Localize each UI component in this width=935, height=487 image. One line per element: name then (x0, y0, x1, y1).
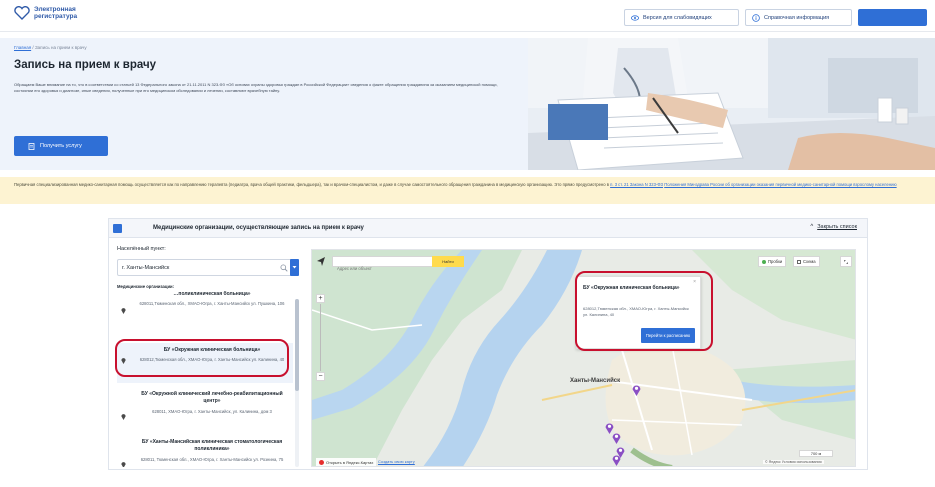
map-terms[interactable]: © Яндекс Условия использования (763, 460, 824, 464)
location-pin-icon (121, 414, 126, 420)
breadcrumb-current: Запись на прием к врачу (34, 45, 87, 50)
organization-address: 628011, ХМАО-Югра, г. Ханты-Мансийск, ул… (152, 409, 272, 414)
city-label: Населённый пункт: (117, 246, 166, 252)
logo-line1: Электронная (34, 6, 76, 13)
organization-name: БУ «Ханты-Мансийская клиническая стомато… (141, 439, 283, 452)
map-city-label: Ханты-Мансийск (570, 378, 621, 384)
organization-name: …поликлиническая больница» (173, 291, 251, 297)
location-pin-icon (121, 462, 126, 467)
page: Электронная регистратура Версия для слаб… (0, 0, 935, 487)
traffic-label: Пробки (768, 259, 783, 264)
organizations-panel: Медицинские организации, осуществляющие … (108, 218, 868, 470)
search-icon[interactable] (280, 264, 288, 272)
city-dropdown-button[interactable] (290, 259, 299, 276)
breadcrumb-separator: / (32, 45, 34, 50)
hero-section: Главная / Запись на прием к врачу Запись… (0, 38, 935, 170)
zoom-slider[interactable] (320, 304, 321, 371)
create-map-link[interactable]: Создать свою карту (378, 459, 415, 464)
get-service-button[interactable]: Получить услугу (14, 136, 108, 156)
selected-organization-highlight (115, 339, 289, 377)
locate-arrow-icon[interactable] (316, 256, 326, 267)
map-balloon-highlight (575, 271, 713, 351)
city-field (117, 259, 295, 276)
list-scrollbar[interactable] (295, 299, 299, 467)
confidentiality-notice: Обращаем Ваше внимание на то, что в соот… (14, 82, 498, 93)
notice-regulation-link[interactable]: Положения Минздрава России об организаци… (664, 182, 896, 187)
info-icon (752, 13, 760, 22)
traffic-button[interactable]: Пробки (758, 256, 787, 267)
organizations-list-label: Медицинские организации: (117, 284, 174, 289)
doctor-photo (528, 38, 935, 170)
organization-name: БУ «Окружной клинический лечебно-реабили… (141, 391, 283, 404)
map-marker-icon[interactable] (612, 454, 621, 466)
vision-version-button[interactable]: Версия для слабовидящих (624, 9, 739, 26)
organization-address: 628011, Тюменская обл., ХМАО-Югра, г. Ха… (140, 457, 284, 462)
list-scrollbar-thumb[interactable] (295, 299, 299, 391)
reference-info-button[interactable]: Справочная информация (745, 9, 852, 26)
zoom-out-button[interactable]: − (316, 372, 325, 381)
heart-logo-icon (14, 6, 30, 20)
organizations-list: …поликлиническая больница» 628011,Тюменс… (117, 291, 293, 467)
close-list-label: Закрыть список (817, 224, 857, 230)
chevron-down-icon (292, 266, 297, 269)
list-item[interactable]: БУ «Ханты-Мансийская клиническая стомато… (117, 437, 293, 467)
layers-label: Схема (803, 259, 816, 264)
yandex-icon (319, 459, 324, 465)
panel-title: Медицинские организации, осуществляющие … (153, 225, 364, 231)
expand-icon (844, 259, 848, 264)
list-item[interactable]: БУ «Окружной клинический лечебно-реабили… (117, 389, 293, 433)
list-item[interactable]: …поликлиническая больница» 628011,Тюменс… (117, 291, 293, 325)
open-yandex-maps-button[interactable]: Открыть в Яндекс.Картах (316, 458, 377, 466)
page-title: Запись на прием к врачу (14, 59, 157, 71)
map-marker-icon[interactable] (612, 432, 621, 444)
get-service-label: Получить услугу (40, 143, 82, 149)
vision-version-label: Версия для слабовидящих (643, 14, 712, 21)
chevron-up-icon: ^ (810, 224, 814, 230)
traffic-icon (762, 259, 766, 264)
logo-line2: регистратура (34, 13, 78, 20)
site-header: Электронная регистратура Версия для слаб… (0, 0, 935, 32)
referral-notice: Первичная специализированная медико-сани… (0, 177, 935, 204)
layers-button[interactable]: Схема (793, 256, 820, 267)
notice-text: Первичная специализированная медико-сани… (14, 182, 611, 187)
map-find-button[interactable]: Найти (432, 256, 464, 267)
open-yandex-maps-label: Открыть в Яндекс.Картах (326, 459, 374, 465)
location-pin-icon (121, 308, 126, 314)
document-icon (28, 142, 35, 150)
zoom-in-button[interactable]: + (316, 294, 325, 303)
layers-icon (797, 259, 801, 264)
breadcrumb-home-link[interactable]: Главная (14, 45, 31, 50)
organization-address: 628011,Тюменская обл., ХМАО-Югра, г. Хан… (139, 301, 285, 306)
panel-header: Медицинские организации, осуществляющие … (109, 219, 867, 238)
notice-law-link[interactable]: п. 3 ст. 21 Закона N 323-ФЗ (610, 182, 663, 187)
close-list-button[interactable]: ^ Закрыть список (810, 224, 857, 230)
map-scale: 700 м (799, 450, 833, 457)
city-input[interactable] (122, 261, 272, 274)
breadcrumb: Главная / Запись на прием к врачу (14, 45, 87, 50)
site-logo[interactable]: Электронная регистратура (14, 6, 77, 20)
eye-icon (631, 14, 639, 21)
login-button[interactable] (858, 9, 927, 26)
map-marker-icon[interactable] (632, 384, 641, 396)
fullscreen-button[interactable] (840, 256, 852, 267)
list-icon (113, 224, 122, 233)
reference-info-label: Справочная информация (764, 14, 830, 21)
